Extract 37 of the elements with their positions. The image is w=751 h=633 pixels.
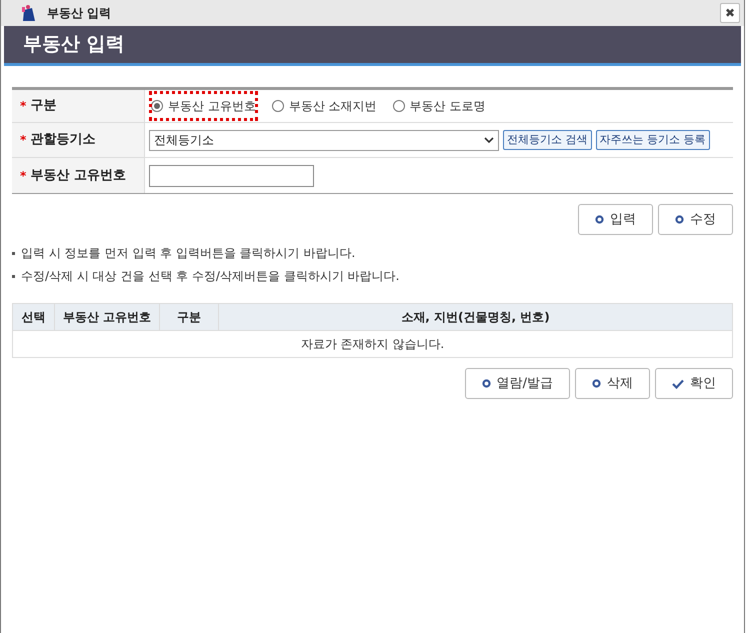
column-header: 선택	[13, 304, 55, 330]
registry-button[interactable]: 자주쓰는 등기소 등록	[596, 130, 710, 150]
radio-option[interactable]: 부동산 소재지번	[270, 91, 379, 121]
column-header: 부동산 고유번호	[55, 304, 160, 330]
circle-icon	[592, 379, 601, 388]
close-button[interactable]: ✖	[720, 3, 740, 23]
required-mark: *	[20, 168, 26, 184]
required-mark: *	[20, 132, 26, 149]
check-icon	[672, 378, 684, 388]
chevron-down-icon	[484, 136, 494, 144]
circle-icon	[675, 215, 684, 224]
action-button[interactable]: 확인	[655, 368, 733, 399]
field-label: 구분	[30, 97, 56, 116]
input-field[interactable]	[149, 164, 314, 186]
circle-icon	[595, 215, 604, 224]
registry-dropdown[interactable]: 전체등기소	[149, 130, 499, 150]
action-button[interactable]: 수정	[658, 204, 733, 235]
field-label: 부동산 고유번호	[30, 166, 126, 185]
circle-icon	[482, 379, 491, 388]
radio-option[interactable]: 부동산 고유번호	[149, 91, 258, 121]
required-mark: *	[20, 98, 26, 115]
registry-button[interactable]: 전체등기소 검색	[503, 130, 592, 150]
bullet-icon	[12, 274, 15, 278]
app-icon	[20, 4, 36, 22]
action-button[interactable]: 열람/발급	[464, 368, 570, 399]
column-header: 소재, 지번(건물명칭, 번호)	[400, 309, 551, 326]
column-header: 구분	[160, 304, 219, 330]
page-title: 부동산 입력	[23, 32, 125, 58]
action-button[interactable]: 삭제	[575, 368, 650, 399]
note-text: 입력 시 정보를 먼저 입력 후 입력버튼을 클릭하시기 바랍니다.	[21, 245, 356, 262]
empty-message: 자료가 존재하지 않습니다.	[300, 336, 446, 353]
bullet-icon	[12, 252, 15, 254]
field-label: 관할등기소	[30, 131, 96, 150]
note-text: 수정/삭제 시 대상 건을 선택 후 수정/삭제버튼을 클릭하시기 바랍니다.	[21, 268, 400, 285]
window-title: 부동산 입력	[47, 5, 112, 22]
radio-option[interactable]: 부동산 도로명	[390, 91, 488, 121]
action-button[interactable]: 입력	[578, 204, 653, 235]
